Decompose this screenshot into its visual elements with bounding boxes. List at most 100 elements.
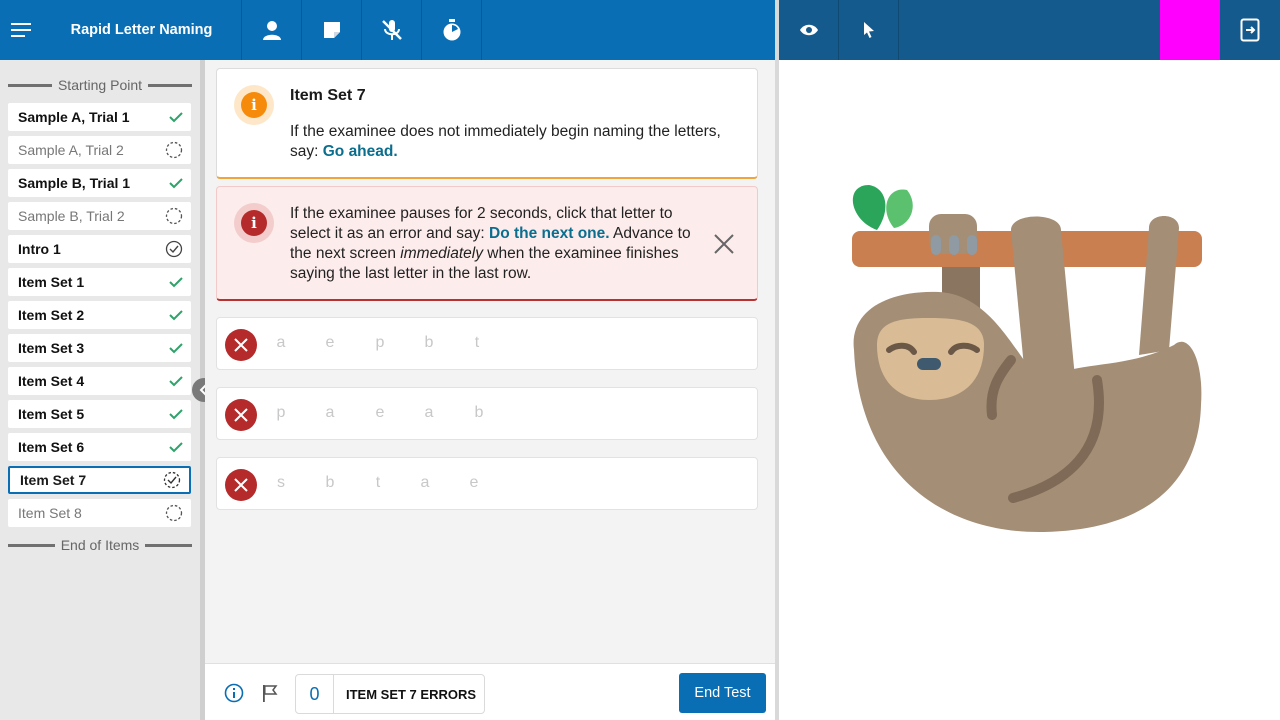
letter[interactable]: b bbox=[320, 474, 340, 492]
sidebar: Starting Point Sample A, Trial 1 Sample … bbox=[0, 60, 200, 720]
sloth-illustration bbox=[852, 185, 1202, 533]
sidebar-item-item-set-3[interactable]: Item Set 3 bbox=[8, 334, 191, 362]
sidebar-item-intro-1[interactable]: Intro 1 bbox=[8, 235, 191, 263]
sidebar-item-sample-b-trial-2[interactable]: Sample B, Trial 2 bbox=[8, 202, 191, 230]
warning-badge: i bbox=[234, 203, 274, 243]
in-progress-circle-icon bbox=[163, 471, 181, 489]
pending-circle-icon bbox=[165, 504, 183, 522]
check-icon bbox=[169, 376, 183, 387]
sidebar-item-label: Item Set 3 bbox=[18, 340, 85, 356]
examinee-button[interactable] bbox=[242, 0, 302, 60]
sloth-claw bbox=[949, 235, 959, 255]
sidebar-item-label: Item Set 4 bbox=[18, 373, 85, 389]
letter[interactable]: a bbox=[415, 474, 435, 492]
letter[interactable]: b bbox=[469, 404, 489, 422]
menu-button[interactable] bbox=[0, 0, 42, 60]
letter[interactable]: t bbox=[368, 474, 388, 492]
warning-card-text: If the examinee pauses for 2 seconds, cl… bbox=[290, 204, 710, 284]
row-error-button[interactable] bbox=[225, 469, 257, 501]
sidebar-item-label: Item Set 6 bbox=[18, 439, 85, 455]
letter-row: p a e a b bbox=[216, 387, 758, 440]
letter[interactable]: e bbox=[370, 404, 390, 422]
row-error-button[interactable] bbox=[225, 399, 257, 431]
stimulus-toolbar bbox=[779, 0, 1280, 60]
sloth-claw bbox=[967, 235, 977, 255]
sidebar-item-sample-a-trial-1[interactable]: Sample A, Trial 1 bbox=[8, 103, 191, 131]
separator-label: End of Items bbox=[60, 537, 140, 553]
warning-highlight: Do the next one. bbox=[489, 225, 610, 242]
error-count-label: ITEM SET 7 ERRORS bbox=[346, 686, 477, 702]
examiner-panel: i Item Set 7 If the examinee does not im… bbox=[205, 60, 775, 663]
x-icon bbox=[234, 478, 248, 492]
notes-button[interactable] bbox=[302, 0, 362, 60]
letter[interactable]: e bbox=[464, 474, 484, 492]
mic-off-icon bbox=[381, 20, 402, 40]
sidebar-item-label: Intro 1 bbox=[18, 241, 61, 257]
letter[interactable]: e bbox=[320, 334, 340, 352]
mic-toggle-button[interactable] bbox=[362, 0, 422, 60]
letter[interactable]: a bbox=[320, 404, 340, 422]
accent-block bbox=[1160, 0, 1220, 60]
sidebar-item-item-set-4[interactable]: Item Set 4 bbox=[8, 367, 191, 395]
letter-row: a e p b t bbox=[216, 317, 758, 370]
sidebar-item-label: Sample B, Trial 1 bbox=[18, 175, 131, 191]
timer-icon bbox=[443, 19, 460, 41]
letter[interactable]: p bbox=[271, 404, 291, 422]
end-test-button[interactable]: End Test bbox=[679, 673, 766, 713]
close-icon[interactable] bbox=[713, 233, 735, 255]
pointer-icon bbox=[863, 22, 874, 38]
info-card: i Item Set 7 If the examinee does not im… bbox=[216, 68, 758, 179]
letter[interactable]: a bbox=[419, 404, 439, 422]
info-icon: i bbox=[241, 92, 267, 118]
row-error-button[interactable] bbox=[225, 329, 257, 361]
pointer-button[interactable] bbox=[839, 0, 899, 60]
check-icon bbox=[169, 409, 183, 420]
flag-icon[interactable] bbox=[260, 683, 280, 703]
screen-exit-button[interactable] bbox=[1220, 0, 1280, 60]
check-icon bbox=[169, 343, 183, 354]
sidebar-item-item-set-6[interactable]: Item Set 6 bbox=[8, 433, 191, 461]
letter[interactable]: p bbox=[370, 334, 390, 352]
check-icon bbox=[169, 310, 183, 321]
sloth-nose bbox=[917, 358, 941, 370]
letter[interactable]: b bbox=[419, 334, 439, 352]
pending-circle-icon bbox=[165, 207, 183, 225]
leaf-shape bbox=[852, 185, 886, 230]
sidebar-item-item-set-2[interactable]: Item Set 2 bbox=[8, 301, 191, 329]
info-highlight: Go ahead. bbox=[322, 143, 398, 160]
sidebar-item-label: Item Set 5 bbox=[18, 406, 85, 422]
letter[interactable]: t bbox=[467, 334, 487, 352]
sidebar-item-sample-a-trial-2[interactable]: Sample A, Trial 2 bbox=[8, 136, 191, 164]
check-icon bbox=[169, 277, 183, 288]
end-of-items-separator: End of Items bbox=[8, 535, 192, 555]
warning-card: i If the examinee pauses for 2 seconds, … bbox=[216, 186, 758, 301]
person-icon bbox=[262, 21, 281, 40]
sidebar-item-item-set-1[interactable]: Item Set 1 bbox=[8, 268, 191, 296]
sidebar-item-label: Sample A, Trial 1 bbox=[18, 109, 130, 125]
preview-button[interactable] bbox=[779, 0, 839, 60]
top-toolbar: Rapid Letter Naming bbox=[0, 0, 775, 60]
eye-icon bbox=[799, 24, 818, 36]
exit-screen-icon bbox=[1240, 18, 1260, 42]
letter-row: s b t a e bbox=[216, 457, 758, 510]
x-icon bbox=[234, 338, 248, 352]
separator-label: Starting Point bbox=[57, 77, 143, 93]
sidebar-item-item-set-5[interactable]: Item Set 5 bbox=[8, 400, 191, 428]
leaf-shape bbox=[886, 189, 913, 228]
letter[interactable]: a bbox=[271, 334, 291, 352]
info-card-title: Item Set 7 bbox=[290, 87, 366, 104]
sidebar-item-sample-b-trial-1[interactable]: Sample B, Trial 1 bbox=[8, 169, 191, 197]
timer-button[interactable] bbox=[422, 0, 482, 60]
warning-emphasis: immediately bbox=[400, 245, 483, 262]
letter[interactable]: s bbox=[271, 474, 291, 492]
check-icon bbox=[169, 178, 183, 189]
sidebar-item-label: Item Set 7 bbox=[20, 472, 87, 488]
starting-point-separator: Starting Point bbox=[8, 75, 192, 95]
sidebar-item-item-set-8[interactable]: Item Set 8 bbox=[8, 499, 191, 527]
sidebar-item-label: Item Set 1 bbox=[18, 274, 85, 290]
sidebar-item-item-set-7[interactable]: Item Set 7 bbox=[8, 466, 191, 494]
hamburger-icon bbox=[11, 23, 31, 37]
info-circle-icon[interactable] bbox=[224, 683, 244, 703]
check-circle-icon bbox=[165, 240, 183, 258]
sidebar-item-label: Sample A, Trial 2 bbox=[18, 142, 124, 158]
